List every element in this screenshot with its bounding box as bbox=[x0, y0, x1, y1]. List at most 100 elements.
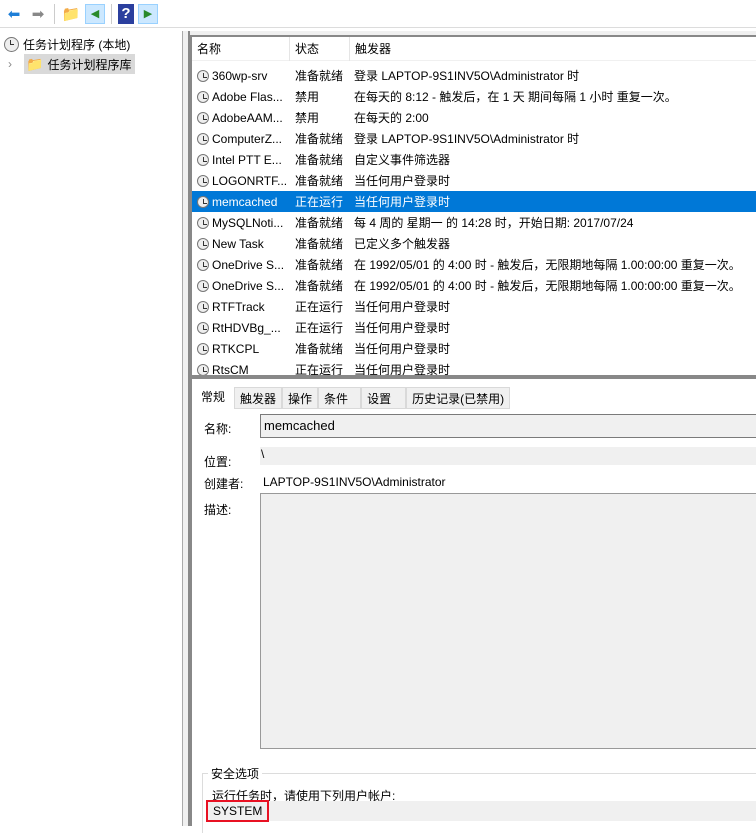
task-row[interactable]: RtsCM 正在运行 当任何用户登录时 bbox=[192, 359, 756, 375]
task-status: 准备就绪 bbox=[295, 342, 344, 356]
task-trigger: 自定义事件筛选器 bbox=[354, 153, 451, 167]
column-header-trigger[interactable]: 触发器 bbox=[350, 37, 756, 61]
up-folder-icon[interactable]: 📁 bbox=[61, 4, 81, 24]
task-row[interactable]: OneDrive S... 准备就绪在 1992/05/01 的 4:00 时 -… bbox=[192, 254, 756, 275]
tree-item-library[interactable]: 📁 任务计划程序库 bbox=[24, 54, 136, 74]
task-name-cell: RtsCM bbox=[192, 362, 290, 376]
task-name: MySQLNoti... bbox=[212, 215, 284, 230]
task-trigger: 在 1992/05/01 的 4:00 时 - 触发后，无限期地每隔 1.00:… bbox=[354, 279, 741, 293]
task-status: 准备就绪 bbox=[295, 174, 344, 188]
task-name-cell: ComputerZ... bbox=[192, 132, 290, 146]
clock-icon bbox=[197, 216, 209, 229]
task-name-cell: RtHDVBg_... bbox=[192, 321, 290, 335]
task-status: 准备就绪 bbox=[295, 132, 344, 146]
help-icon[interactable]: ? bbox=[118, 3, 134, 24]
name-label: 名称: bbox=[204, 422, 232, 436]
task-trigger: 登录 LAPTOP-9S1INV5O\Administrator 时 bbox=[354, 69, 580, 83]
task-trigger: 当任何用户登录时 bbox=[354, 321, 451, 335]
task-name-cell: memcached bbox=[192, 195, 290, 209]
task-name-cell: Intel PTT E... bbox=[192, 153, 290, 167]
tree-item-library-row[interactable]: › 📁 任务计划程序库 bbox=[8, 54, 136, 74]
task-row[interactable]: RTKCPL 准备就绪 当任何用户登录时 bbox=[192, 338, 756, 359]
folder-clock-icon: 📁 bbox=[26, 55, 44, 72]
task-trigger: 当任何用户登录时 bbox=[354, 195, 451, 209]
task-name: New Task bbox=[212, 236, 264, 251]
task-name: RtsCM bbox=[212, 362, 249, 376]
clock-icon bbox=[197, 174, 209, 187]
security-options-title: 安全选项 bbox=[208, 765, 263, 782]
column-header-name[interactable]: 名称 bbox=[192, 37, 290, 61]
task-status: 正在运行 bbox=[295, 195, 344, 209]
show-hide-action-pane-icon[interactable]: ▶ bbox=[138, 3, 158, 24]
task-list: 名称 状态 触发器 360wp-srv 准备就绪 登录 LAPTOP-9S1INV5… bbox=[190, 35, 756, 375]
task-trigger: 在每天的 2:00 bbox=[354, 111, 429, 125]
task-row[interactable]: Adobe Flas... 禁用 在每天的 8:12 - 触发后，在 1 天 期间每… bbox=[192, 86, 756, 107]
tab-triggers[interactable]: 触发器 bbox=[234, 387, 283, 409]
vertical-splitter[interactable] bbox=[182, 31, 190, 826]
task-name-cell: New Task bbox=[192, 237, 290, 251]
task-row[interactable]: MySQLNoti... 准备就绪每 4 周的 星期一 的 14:28 时，开始日… bbox=[192, 212, 756, 233]
task-row[interactable]: RtHDVBg_... 正在运行 当任何用户登录时 bbox=[192, 317, 756, 338]
task-details: 常规 触发器 操作 条件 设置 历史记录(已禁用) 名称: memcached … bbox=[190, 379, 756, 833]
tab-settings[interactable]: 设置 bbox=[361, 387, 407, 409]
tab-conditions[interactable]: 条件 bbox=[318, 387, 362, 409]
column-header-status[interactable]: 状态 bbox=[290, 37, 350, 61]
clock-icon bbox=[197, 300, 209, 313]
tab-actions[interactable]: 操作 bbox=[282, 387, 319, 409]
location-label: 位置: bbox=[204, 455, 232, 469]
task-row[interactable]: LOGONRTF... 准备就绪 当任何用户登录时 bbox=[192, 170, 756, 191]
clock-icon bbox=[197, 237, 209, 250]
forward-arrow-icon[interactable]: ➡ bbox=[28, 4, 48, 24]
clock-icon bbox=[197, 111, 209, 124]
task-name: LOGONRTF... bbox=[212, 173, 288, 188]
back-arrow-icon[interactable]: ⬅ bbox=[4, 4, 24, 24]
task-name-cell: OneDrive S... bbox=[192, 258, 290, 272]
task-status: 准备就绪 bbox=[295, 258, 344, 272]
task-trigger: 登录 LAPTOP-9S1INV5O\Administrator 时 bbox=[354, 132, 580, 146]
clock-icon bbox=[197, 153, 209, 166]
tab-history[interactable]: 历史记录(已禁用) bbox=[406, 387, 511, 409]
task-status: 准备就绪 bbox=[295, 69, 344, 83]
clock-icon bbox=[197, 363, 209, 375]
task-name: OneDrive S... bbox=[212, 278, 285, 293]
task-row[interactable]: OneDrive S... 准备就绪在 1992/05/01 的 4:00 时 -… bbox=[192, 275, 756, 296]
clock-icon bbox=[197, 279, 209, 292]
details-tabs: 常规 触发器 操作 条件 设置 历史记录(已禁用) bbox=[194, 385, 511, 409]
description-label: 描述: bbox=[204, 503, 232, 517]
task-row[interactable]: ComputerZ... 准备就绪 登录 LAPTOP-9S1INV5O\Admin… bbox=[192, 128, 756, 149]
task-row[interactable]: memcached 正在运行 当任何用户登录时 bbox=[192, 191, 756, 212]
task-name: AdobeAAM... bbox=[212, 110, 283, 125]
task-row[interactable]: RTFTrack 正在运行 当任何用户登录时 bbox=[192, 296, 756, 317]
task-name-cell: RTKCPL bbox=[192, 342, 290, 356]
show-hide-console-tree-icon[interactable]: ◀ bbox=[85, 3, 105, 24]
task-name-cell: AdobeAAM... bbox=[192, 111, 290, 125]
task-trigger: 在每天的 8:12 - 触发后，在 1 天 期间每隔 1 小时 重复一次。 bbox=[354, 90, 677, 104]
description-field[interactable] bbox=[260, 493, 756, 749]
task-trigger: 每 4 周的 星期一 的 14:28 时，开始日期: 2017/07/24 bbox=[354, 216, 634, 230]
task-status: 禁用 bbox=[295, 111, 320, 125]
task-name: 360wp-srv bbox=[212, 68, 268, 83]
main-pane: 名称 状态 触发器 360wp-srv 准备就绪 登录 LAPTOP-9S1INV5… bbox=[190, 31, 756, 833]
task-row[interactable]: 360wp-srv 准备就绪 登录 LAPTOP-9S1INV5O\Administ… bbox=[192, 65, 756, 86]
task-name: OneDrive S... bbox=[212, 257, 285, 272]
task-row[interactable]: Intel PTT E... 准备就绪 自定义事件筛选器 bbox=[192, 149, 756, 170]
tree-item-root[interactable]: 任务计划程序 (本地) bbox=[4, 34, 130, 54]
clock-icon bbox=[197, 90, 209, 103]
toolbar-separator bbox=[111, 3, 112, 24]
task-trigger: 当任何用户登录时 bbox=[354, 342, 451, 356]
chevron-right-icon[interactable]: › bbox=[8, 57, 20, 71]
tree-item-label: 任务计划程序库 bbox=[47, 57, 132, 72]
tab-general[interactable]: 常规 bbox=[194, 385, 235, 409]
clock-icon bbox=[197, 132, 209, 145]
clock-icon bbox=[197, 195, 209, 208]
task-trigger: 当任何用户登录时 bbox=[354, 300, 451, 314]
task-status: 准备就绪 bbox=[295, 153, 344, 167]
task-row[interactable]: AdobeAAM... 禁用 在每天的 2:00 bbox=[192, 107, 756, 128]
name-field[interactable]: memcached bbox=[260, 414, 756, 438]
clock-icon bbox=[4, 36, 19, 52]
task-status: 准备就绪 bbox=[295, 237, 344, 251]
task-name: memcached bbox=[212, 194, 278, 209]
task-row[interactable]: New Task 准备就绪 已定义多个触发器 bbox=[192, 233, 756, 254]
task-trigger: 已定义多个触发器 bbox=[354, 237, 451, 251]
task-name-cell: RTFTrack bbox=[192, 300, 290, 314]
